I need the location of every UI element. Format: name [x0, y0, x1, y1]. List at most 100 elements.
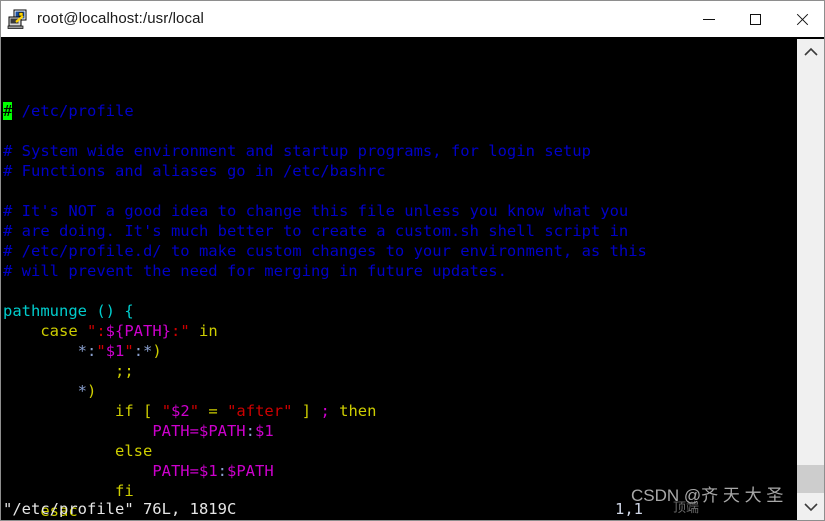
terminal-text: " [161, 402, 172, 420]
close-icon [795, 13, 808, 26]
chevron-up-icon [803, 47, 818, 56]
terminal-line: else [3, 441, 796, 461]
terminal-text: $1 [198, 462, 218, 480]
window-controls [686, 1, 824, 37]
terminal-line: fi [3, 481, 796, 501]
minimize-button[interactable] [686, 1, 732, 37]
terminal-text: ": [87, 322, 106, 340]
window-title: root@localhost:/usr/local [37, 10, 204, 27]
minimize-icon [703, 18, 715, 20]
terminal-text: ] [301, 402, 312, 420]
terminal-line: PATH=$PATH:$1 [3, 421, 796, 441]
terminal-line: if [ "$2" = "after" ] ; then [3, 401, 796, 421]
terminal-text: $PATH [227, 462, 274, 480]
terminal-line: # will prevent the need for merging in f… [3, 261, 796, 281]
terminal-text: $1 [255, 422, 274, 440]
terminal-text: # will prevent the need for merging in f… [3, 262, 507, 280]
terminal-text: ${PATH} [105, 322, 171, 340]
terminal-line: *:"$1":*) [3, 341, 796, 361]
terminal-line: pathmunge () { [3, 301, 796, 321]
terminal-text: case [40, 322, 78, 340]
putty-terminal-window: root@localhost:/usr/local # /etc/profile… [0, 0, 825, 521]
terminal-text: : [245, 422, 255, 440]
terminal-text: : [133, 342, 144, 360]
terminal-text: "after" [227, 402, 293, 420]
maximize-icon [749, 13, 761, 25]
maximize-button[interactable] [732, 1, 778, 37]
terminal-text: " [124, 342, 134, 360]
terminal-text: else [114, 442, 153, 460]
terminal-text: ) [87, 382, 97, 400]
title-bar[interactable]: root@localhost:/usr/local [1, 1, 824, 37]
close-button[interactable] [778, 1, 824, 37]
vertical-scrollbar[interactable] [796, 39, 824, 520]
terminal-line: # It's NOT a good idea to change this fi… [3, 201, 796, 221]
terminal-text: ; [320, 402, 330, 420]
terminal-text: ) [152, 342, 162, 360]
terminal-text: # System wide environment and startup pr… [3, 142, 591, 160]
terminal-text: # Functions and aliases go in /etc/bashr… [3, 162, 386, 180]
terminal-text: if [114, 402, 134, 420]
terminal-text: * [77, 382, 87, 400]
terminal-text: : [217, 462, 227, 480]
terminal-line: case ":${PATH}:" in [3, 321, 796, 341]
terminal-line: ;; [3, 361, 796, 381]
terminal-line: # /etc/profile [3, 101, 796, 121]
terminal-text: :" [171, 322, 190, 340]
terminal-text: then [339, 402, 377, 420]
terminal-cursor: # [3, 102, 13, 120]
chevron-down-icon [803, 503, 818, 512]
terminal-line: # Functions and aliases go in /etc/bashr… [3, 161, 796, 181]
terminal-text: " [189, 402, 200, 420]
terminal-text: /etc/profile [12, 102, 134, 120]
putty-computer-icon [7, 8, 29, 30]
terminal-text: in [199, 322, 218, 340]
terminal-line: PATH=$1:$PATH [3, 461, 796, 481]
terminal-text: * [77, 342, 87, 360]
vim-status-line: "/etc/profile" 76L, 1819C [3, 500, 237, 518]
scroll-down-button[interactable] [797, 494, 824, 520]
terminal-text: : [87, 342, 97, 360]
terminal-text: $1 [105, 342, 125, 360]
terminal-text: PATH= [152, 422, 199, 440]
terminal-text: " [96, 342, 106, 360]
terminal-text: = [208, 402, 218, 420]
terminal-line: # System wide environment and startup pr… [3, 141, 796, 161]
terminal-text: [ [143, 402, 153, 420]
terminal-text: # are doing. It's much better to create … [3, 222, 629, 240]
terminal-text: pathmunge () { [3, 302, 134, 320]
vim-cursor-position: 1,1 [615, 500, 643, 518]
scroll-up-button[interactable] [797, 39, 824, 65]
terminal-text: PATH= [152, 462, 199, 480]
scrollbar-track[interactable] [797, 65, 824, 494]
scrollbar-thumb[interactable] [797, 465, 824, 493]
terminal-text: # It's NOT a good idea to change this fi… [3, 202, 629, 220]
terminal-text: $2 [171, 402, 190, 420]
terminal-screen[interactable]: # /etc/profile # System wide environment… [1, 39, 796, 520]
terminal-text: ;; [114, 362, 134, 380]
terminal-line: # /etc/profile.d/ to make custom changes… [3, 241, 796, 261]
terminal-text: fi [114, 482, 134, 500]
terminal-text: * [143, 342, 153, 360]
terminal-body: # /etc/profile # System wide environment… [1, 37, 824, 520]
terminal-line: *) [3, 381, 796, 401]
